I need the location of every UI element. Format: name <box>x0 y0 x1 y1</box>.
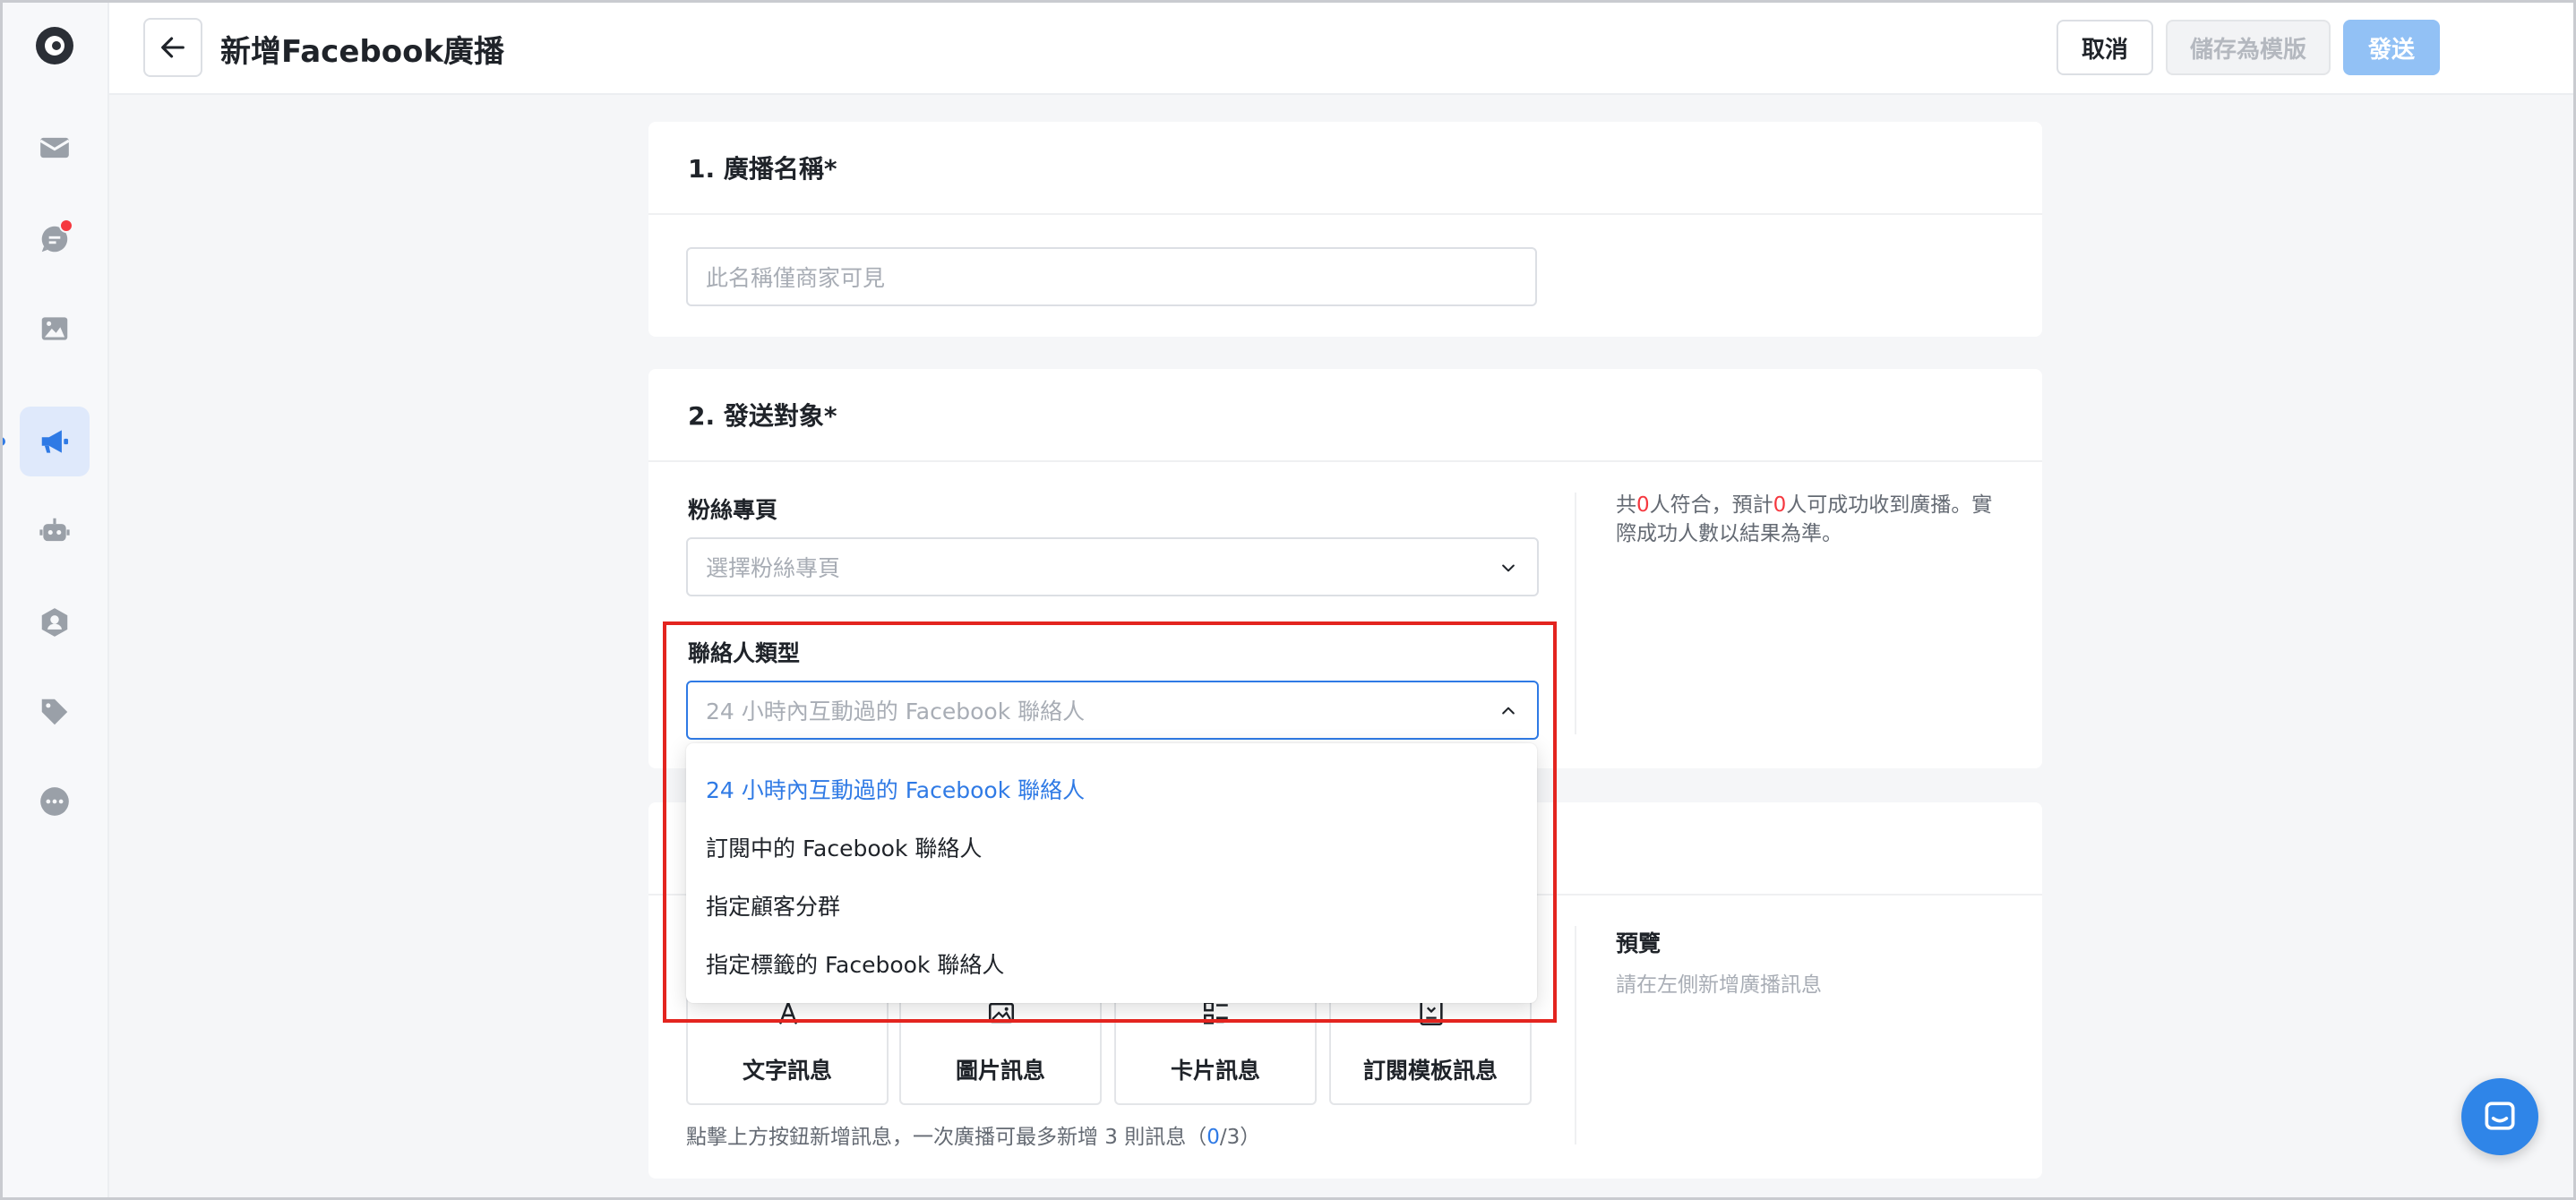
chevron-down-icon <box>1502 564 1515 572</box>
save-template-button[interactable]: 儲存為模版 <box>2166 20 2331 75</box>
broadcast-name-input[interactable]: 此名稱僅商家可見 <box>686 247 1537 306</box>
support-chat-button[interactable] <box>2461 1078 2538 1155</box>
section-title: 1. 廣播名稱* <box>648 122 2042 215</box>
fanpage-select[interactable]: 選擇粉絲專頁 <box>686 537 1539 596</box>
sidebar-item-media[interactable] <box>20 294 90 364</box>
dropdown-option[interactable]: 指定顧客分群 <box>686 876 1537 934</box>
app-logo-icon[interactable] <box>36 27 73 64</box>
contact-type-dropdown: 24 小時內互動過的 Facebook 聯絡人 訂閱中的 Facebook 聯絡… <box>686 743 1537 1003</box>
sidebar <box>0 0 109 1200</box>
recipients-card: 2. 發送對象* 粉絲專頁 選擇粉絲專頁 聯絡人類型 24 小時內互動過的 Fa… <box>648 369 2042 768</box>
image-icon <box>41 317 68 340</box>
message-limit-hint: 點擊上方按鈕新增訊息，一次廣播可最多新增 3 則訊息（0/3） <box>686 1126 1261 1149</box>
contacts-icon <box>41 608 68 637</box>
dropdown-option[interactable]: 24 小時內互動過的 Facebook 聯絡人 <box>686 759 1537 818</box>
preview-label: 預覽 <box>1616 930 1662 956</box>
contact-type-select-value: 24 小時內互動過的 Facebook 聯絡人 <box>706 699 1086 724</box>
chevron-up-icon <box>1502 707 1515 715</box>
divider <box>1575 926 1576 1144</box>
dropdown-option[interactable]: 訂閱中的 Facebook 聯絡人 <box>686 818 1537 876</box>
contact-type-label: 聯絡人類型 <box>688 640 801 666</box>
send-button[interactable]: 發送 <box>2343 20 2440 75</box>
sidebar-item-broadcast[interactable] <box>20 407 90 476</box>
back-button[interactable] <box>143 18 202 77</box>
sidebar-item-tags[interactable] <box>20 677 90 747</box>
sidebar-item-inbox[interactable] <box>20 113 90 183</box>
divider <box>1575 493 1576 734</box>
contact-type-select[interactable]: 24 小時內互動過的 Facebook 聯絡人 <box>686 681 1539 740</box>
more-icon <box>40 787 69 816</box>
tag-icon <box>41 699 68 725</box>
notification-badge <box>59 219 73 233</box>
fanpage-label: 粉絲專頁 <box>688 497 778 523</box>
page-title: 新增Facebook廣播 <box>220 34 505 70</box>
preview-placeholder: 請在左側新增廣播訊息 <box>1616 973 1822 997</box>
active-nav-marker <box>0 437 5 446</box>
sidebar-item-more[interactable] <box>20 767 90 836</box>
section-title: 2. 發送對象* <box>648 369 2042 462</box>
sidebar-item-contacts[interactable] <box>20 587 90 657</box>
dropdown-option[interactable]: 指定標籤的 Facebook 聯絡人 <box>686 934 1537 992</box>
fanpage-select-placeholder: 選擇粉絲專頁 <box>706 555 841 581</box>
megaphone-icon <box>41 430 69 453</box>
chat-bubble-icon <box>2485 1101 2515 1130</box>
bot-icon <box>39 518 70 542</box>
recipient-summary: 共0人符合，預計0人可成功收到廣播。實際成功人數以結果為準。 <box>1616 493 1993 545</box>
broadcast-name-card: 1. 廣播名稱* 此名稱僅商家可見 <box>648 122 2042 337</box>
sidebar-item-bot[interactable] <box>20 496 90 566</box>
inbox-icon <box>39 137 70 159</box>
cancel-button[interactable]: 取消 <box>2057 20 2153 75</box>
arrow-left-icon <box>161 37 185 58</box>
sidebar-item-chat[interactable] <box>20 204 90 274</box>
